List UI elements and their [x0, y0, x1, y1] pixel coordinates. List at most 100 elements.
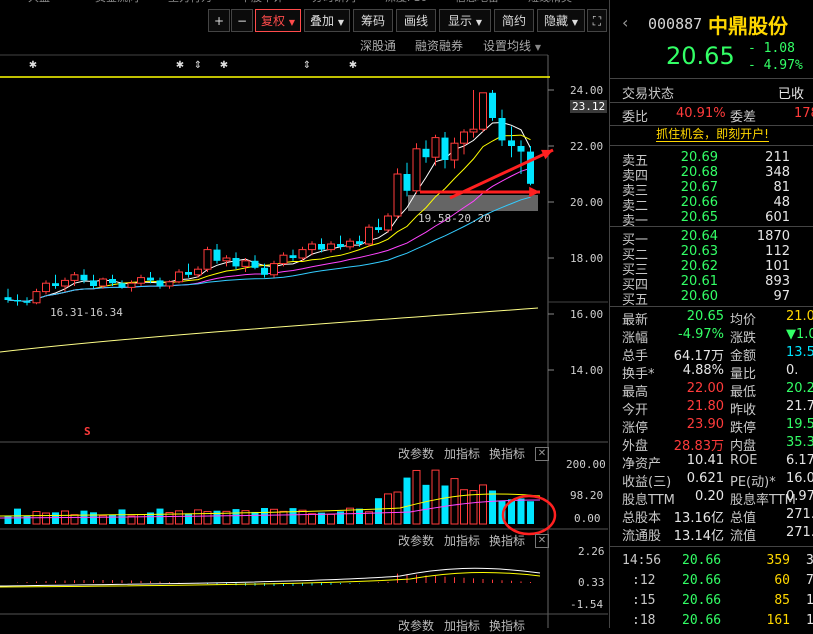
bid-price: 20.62	[680, 259, 718, 274]
volume-bar	[70, 514, 79, 525]
volume-bar	[308, 513, 316, 525]
stat-value: 21.80	[686, 399, 724, 414]
stat-label: 量比	[730, 367, 757, 382]
vol-tick-label: 98.20	[570, 489, 604, 502]
candle-body	[118, 283, 126, 288]
info-marker-icon: ⇕	[303, 60, 311, 71]
info-marker-icon: ✱	[176, 60, 184, 71]
macd-switch-indicator[interactable]: 换指标	[489, 532, 525, 549]
stat-value: 0.621	[686, 471, 724, 486]
stock-name: 中鼎股份	[708, 14, 788, 38]
volume-bar	[431, 469, 440, 525]
tick-price: 20.66	[682, 613, 722, 628]
stat-label: 外盘	[622, 439, 649, 454]
candle-body	[232, 258, 240, 267]
divider	[610, 226, 813, 227]
vol-change-params[interactable]: 改参数	[398, 445, 434, 462]
promo-text: 抓住机会，即刻开户!	[656, 127, 769, 142]
candle-body	[498, 118, 506, 141]
volume-bar	[479, 484, 487, 525]
candle-body	[403, 174, 411, 191]
volume-bar	[422, 484, 430, 524]
candle-body	[147, 277, 154, 281]
candle-body	[261, 267, 268, 275]
stat-label: PE(动)*	[730, 475, 776, 490]
stat-label: 净资产	[622, 457, 662, 472]
candle-body	[4, 297, 12, 300]
tick-count: 1	[806, 593, 813, 608]
price-tick-label: 24.00	[570, 84, 604, 97]
bid-price: 20.61	[680, 274, 718, 289]
close-icon[interactable]: ✕	[535, 447, 549, 461]
stat-row: 最新 20.65 均价 21.0	[610, 309, 813, 328]
stat-label: 换手*	[622, 367, 655, 382]
close-icon[interactable]: ✕	[535, 534, 549, 548]
stat-row: 涨停 23.90 跌停 19.5	[610, 417, 813, 436]
candle-body	[80, 274, 88, 281]
stat-label: 内盘	[730, 439, 757, 454]
stat-label: 总值	[730, 511, 757, 526]
candle-body	[270, 263, 278, 276]
candle-body	[42, 282, 50, 293]
ask-volume: 48	[773, 195, 790, 210]
stat-value: ▼1.0	[786, 327, 813, 342]
stat-value: 20.65	[686, 309, 724, 324]
tick-volume: 359	[766, 553, 790, 568]
price-tick-label: 14.00	[570, 364, 604, 377]
tick-time: :18	[632, 613, 656, 628]
stat-row: 外盘 28.83万内盘 35.34	[610, 435, 813, 454]
volume-bar	[337, 511, 344, 524]
tick-time: 14:56	[622, 553, 662, 568]
stat-value: 0.20	[695, 489, 724, 504]
candle-body	[479, 92, 487, 130]
third-switch-indicator[interactable]: 换指标	[489, 617, 525, 634]
chevron-left-icon[interactable]: ‹	[622, 13, 628, 32]
tick-row: :15 20.66 85 1	[610, 593, 813, 613]
stat-label: 最低	[730, 385, 757, 400]
signal-marker: S	[84, 425, 91, 438]
volume-bar	[175, 510, 183, 525]
terminal-window: 大盘资金流向主力行为千股千评分时研判深度F10信息地雷短线精灵 + − 复权 ▼…	[0, 0, 813, 633]
candle-body	[393, 173, 402, 217]
current-price-tag: 23.12	[570, 100, 608, 113]
stat-label: 总手	[622, 349, 649, 364]
stat-label: 涨跌	[730, 331, 757, 346]
volume-bar	[450, 478, 459, 525]
tick-price: 20.66	[682, 553, 722, 568]
stat-value: 28.83万	[673, 439, 724, 454]
volume-bar	[356, 508, 363, 524]
candle-body	[127, 282, 136, 288]
candle-body	[489, 92, 496, 118]
candle-body	[356, 241, 363, 244]
bid-price: 20.63	[680, 244, 718, 259]
candle-body	[23, 301, 31, 303]
macd-change-params[interactable]: 改参数	[398, 532, 434, 549]
third-change-params[interactable]: 改参数	[398, 617, 434, 634]
volume-bar	[185, 513, 192, 524]
stat-value: 4.88%	[682, 363, 724, 378]
candle-body	[517, 146, 525, 152]
stat-label: 流通股	[622, 529, 662, 544]
open-account-link[interactable]: 抓住机会，即刻开户!	[620, 127, 805, 142]
stat-value: 21.7	[786, 399, 813, 414]
stat-label: 今开	[622, 403, 649, 418]
candle-body	[450, 142, 459, 161]
volume-bar	[137, 514, 145, 525]
candle-body	[241, 260, 250, 267]
macd-add-indicator[interactable]: 加指标	[444, 532, 480, 549]
tick-list: 14:56 20.66 359 3:12 20.66 60 7:15 20.66 85 1:18 2…	[610, 550, 813, 628]
volume-bar	[489, 490, 496, 524]
vol-add-indicator[interactable]: 加指标	[444, 445, 480, 462]
vol-switch-indicator[interactable]: 换指标	[489, 445, 525, 462]
stat-label: 涨幅	[622, 331, 649, 346]
stat-label: 收益(三)	[622, 475, 672, 490]
volume-bar	[42, 512, 50, 525]
candle-body	[412, 148, 421, 192]
volume-bar	[270, 508, 278, 525]
third-add-indicator[interactable]: 加指标	[444, 617, 480, 634]
volume-bar	[327, 513, 335, 525]
bid-row[interactable]: 买五 20.60 97	[610, 289, 813, 308]
macd-tick-label: 2.26	[578, 545, 605, 558]
price-tick-label: 22.00	[570, 140, 604, 153]
stat-label: 股息TTM	[622, 493, 675, 508]
